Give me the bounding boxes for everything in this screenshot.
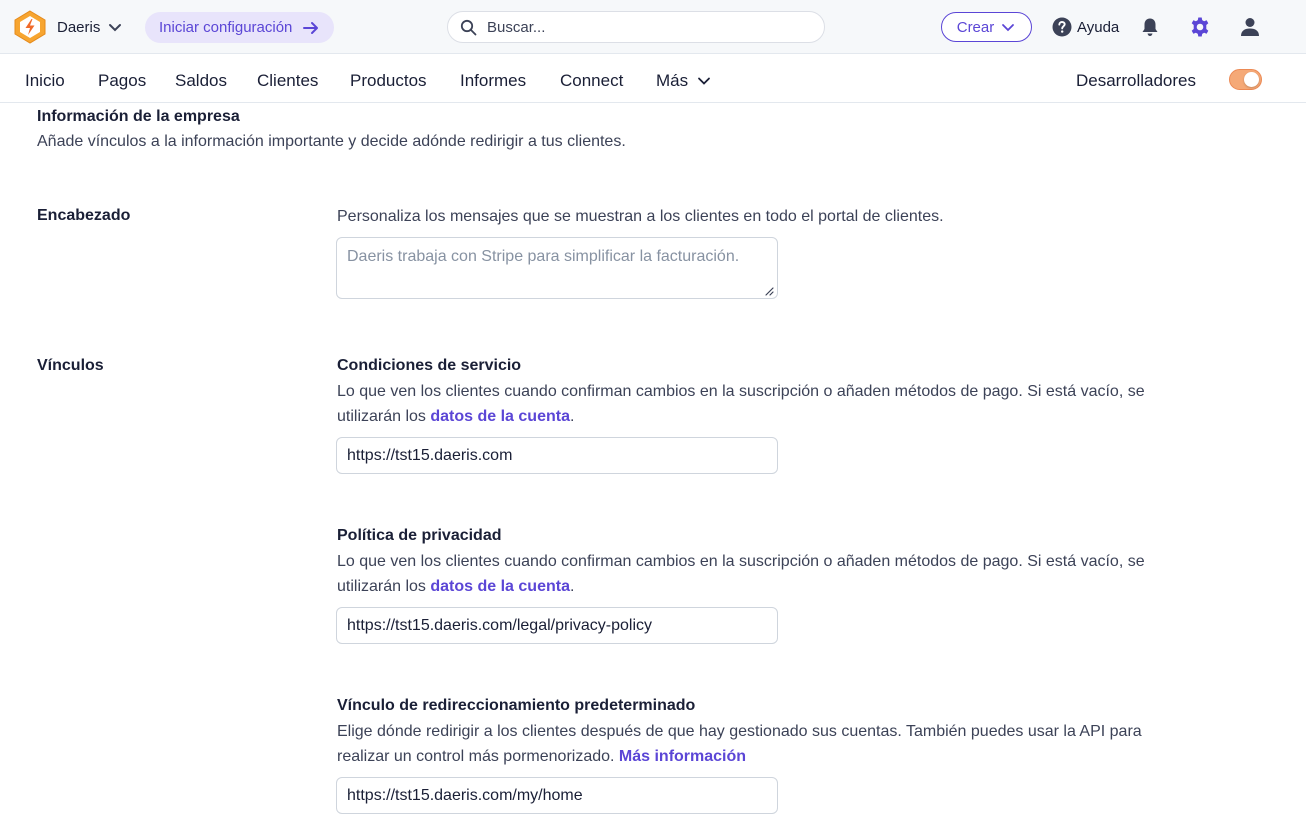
bell-icon[interactable] <box>1139 16 1161 38</box>
nav-item-informes[interactable]: Informes <box>460 71 526 91</box>
nav-item-pagos[interactable]: Pagos <box>98 71 146 91</box>
terms-title: Condiciones de servicio <box>337 357 522 374</box>
privacy-account-data-link[interactable]: datos de la cuenta <box>430 578 570 595</box>
section-title: Información de la empresa <box>37 108 240 125</box>
redirect-learn-more-link[interactable]: Más información <box>619 748 746 765</box>
terms-description-line2: utilizarán los datos de la cuenta. <box>337 404 574 429</box>
resize-grip-icon[interactable] <box>764 286 774 296</box>
search-icon <box>460 19 477 35</box>
top-bar: Daeris Iniciar configuración Crear Ayuda <box>0 0 1306 54</box>
terms-description-suffix: . <box>569 408 575 425</box>
create-label: Crear <box>956 18 995 36</box>
gear-icon[interactable] <box>1189 16 1211 38</box>
redirect-description-line2: realizar un control más pormenorizado. M… <box>337 744 746 769</box>
nav-item-more[interactable]: Más <box>656 71 712 91</box>
help-circle-icon <box>1052 17 1072 37</box>
main-nav: Inicio Pagos Saldos Clientes Productos I… <box>0 55 1306 103</box>
search-input[interactable] <box>487 18 807 36</box>
nav-item-connect[interactable]: Connect <box>560 71 623 91</box>
redirect-url-input[interactable] <box>336 777 778 814</box>
chevron-down-icon <box>109 24 122 32</box>
terms-description-line1: Lo que ven los clientes cuando confirman… <box>337 383 1145 400</box>
nav-item-saldos[interactable]: Saldos <box>175 71 227 91</box>
developers-label: Desarrolladores <box>1076 71 1196 90</box>
arrow-right-icon <box>303 21 319 34</box>
privacy-url-input[interactable] <box>336 607 778 644</box>
privacy-title: Política de privacidad <box>337 527 502 544</box>
search-box[interactable] <box>447 11 825 43</box>
toggle-knob <box>1244 72 1259 87</box>
chevron-down-icon <box>698 77 711 85</box>
help-label: Ayuda <box>1077 18 1120 36</box>
user-icon[interactable] <box>1239 16 1261 38</box>
redirect-description-line1: Elige dónde redirigir a los clientes des… <box>337 723 1142 740</box>
start-setup-label: Iniciar configuración <box>159 19 293 36</box>
chevron-down-icon <box>1002 24 1015 32</box>
nav-item-clientes[interactable]: Clientes <box>257 71 318 91</box>
terms-description-prefix: utilizarán los <box>337 408 431 425</box>
account-logo-icon[interactable] <box>12 9 48 45</box>
redirect-description-prefix: realizar un control más pormenorizado. <box>337 748 619 765</box>
account-switcher[interactable]: Daeris <box>57 18 124 36</box>
terms-url-input[interactable] <box>336 437 778 474</box>
developers-toggle[interactable] <box>1229 69 1262 90</box>
account-name: Daeris <box>57 18 101 36</box>
nav-item-more-label: Más <box>656 71 689 90</box>
redirect-title: Vínculo de redireccionamiento predetermi… <box>337 697 696 714</box>
nav-item-productos[interactable]: Productos <box>350 71 427 91</box>
header-row-label: Encabezado <box>37 207 131 224</box>
terms-account-data-link[interactable]: datos de la cuenta <box>430 408 570 425</box>
start-setup-button[interactable]: Iniciar configuración <box>145 12 335 43</box>
section-description: Añade vínculos a la información importan… <box>37 133 626 150</box>
privacy-description-line1: Lo que ven los clientes cuando confirman… <box>337 553 1145 570</box>
privacy-description-line2: utilizarán los datos de la cuenta. <box>337 574 574 599</box>
header-message-textarea[interactable] <box>336 237 778 299</box>
nav-item-inicio[interactable]: Inicio <box>25 71 65 91</box>
privacy-description-prefix: utilizarán los <box>337 578 431 595</box>
links-row-label: Vínculos <box>37 357 104 374</box>
privacy-description-suffix: . <box>569 578 575 595</box>
header-description: Personaliza los mensajes que se muestran… <box>337 208 944 225</box>
help-button[interactable]: Ayuda <box>1052 17 1119 37</box>
create-button[interactable]: Crear <box>941 12 1032 42</box>
